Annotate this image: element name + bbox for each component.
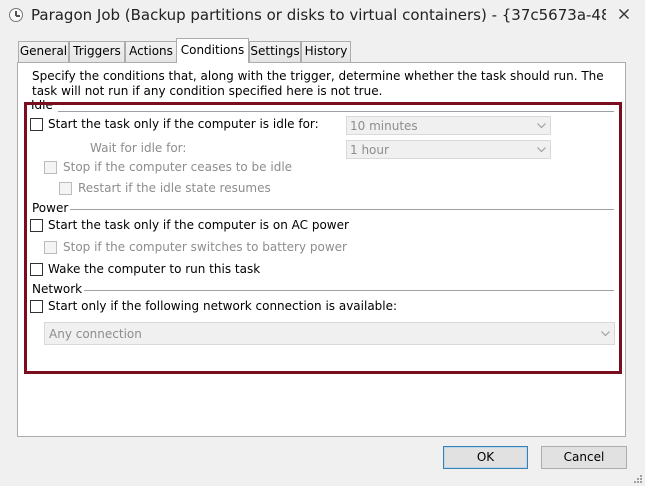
tab-actions[interactable]: Actions [125, 41, 177, 62]
wake-label: Wake the computer to run this task [48, 262, 261, 276]
tab-settings[interactable]: Settings [249, 41, 301, 62]
idle-group-label: Idle [31, 100, 55, 110]
close-button[interactable] [611, 2, 637, 26]
idle-duration-select[interactable]: 10 minutes [346, 116, 551, 135]
resize-grip-icon[interactable] [633, 474, 643, 484]
idle-group-divider [58, 111, 614, 112]
power-group-label: Power [32, 201, 71, 215]
network-group-label: Network [32, 282, 85, 296]
restart-idle-label: Restart if the idle state resumes [78, 181, 271, 195]
tab-history[interactable]: History [301, 41, 351, 62]
window-title: Paragon Job (Backup partitions or disks … [31, 6, 606, 24]
network-connection-value: Any connection [49, 327, 142, 341]
clock-icon [9, 8, 23, 22]
chevron-down-icon [601, 331, 610, 337]
wait-idle-value: 1 hour [350, 143, 389, 157]
close-icon [619, 9, 629, 19]
idle-duration-value: 10 minutes [350, 119, 418, 133]
chevron-down-icon [537, 147, 546, 153]
idle-start-checkbox[interactable] [30, 118, 43, 131]
tab-triggers[interactable]: Triggers [69, 41, 125, 62]
stop-idle-checkbox[interactable] [44, 161, 57, 174]
tab-general[interactable]: General [18, 41, 69, 62]
wake-checkbox[interactable] [30, 263, 43, 276]
wait-idle-label: Wait for idle for: [90, 141, 187, 155]
battery-label: Stop if the computer switches to battery… [63, 240, 347, 254]
conditions-description: Specify the conditions that, along with … [32, 69, 604, 98]
ac-power-checkbox[interactable] [30, 219, 43, 232]
chevron-down-icon [537, 123, 546, 129]
network-label: Start only if the following network conn… [48, 299, 398, 313]
idle-start-label: Start the task only if the computer is i… [48, 117, 319, 131]
restart-idle-checkbox[interactable] [59, 182, 72, 195]
stop-idle-label: Stop if the computer ceases to be idle [63, 160, 293, 174]
wait-idle-select[interactable]: 1 hour [346, 140, 551, 159]
title-bar: Paragon Job (Backup partitions or disks … [0, 0, 645, 30]
network-group-divider [80, 290, 614, 291]
cancel-button[interactable]: Cancel [541, 446, 627, 469]
power-group-divider [70, 209, 614, 210]
network-connection-select[interactable]: Any connection [44, 322, 615, 345]
tab-conditions[interactable]: Conditions [176, 38, 249, 63]
network-checkbox[interactable] [30, 300, 43, 313]
ac-power-label: Start the task only if the computer is o… [48, 218, 349, 232]
battery-checkbox[interactable] [44, 241, 57, 254]
ok-button[interactable]: OK [443, 446, 528, 469]
